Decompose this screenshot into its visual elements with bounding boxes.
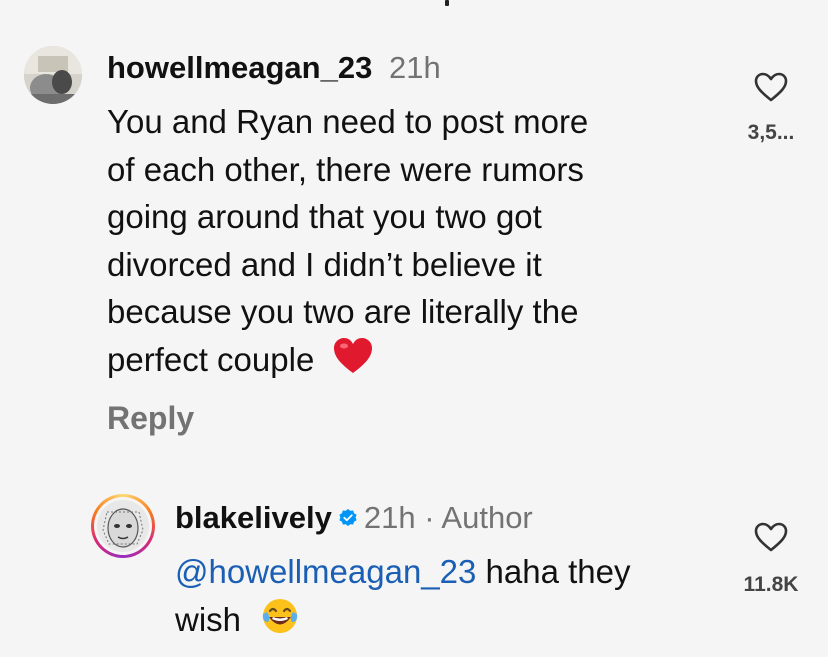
comment-text: @howellmeagan_23 haha they wish [175,548,735,648]
mention-link[interactable]: @howellmeagan_23 [175,553,476,590]
reply-button[interactable]: Reply [107,400,194,437]
avatar[interactable] [24,46,82,104]
like-count: 3,5... [747,121,795,144]
laughing-tears-emoji-icon [260,596,300,649]
comment-text-line: divorced and I didn’t believe it [107,245,542,283]
verified-badge-icon [338,500,358,536]
comment-text-line: wish [175,596,735,649]
heart-outline-icon[interactable] [754,72,788,107]
separator: · [415,500,442,536]
reply-blakelively: blakelively 21h · Author @howellmeagan_23… [0,470,828,657]
comment-text-line: @howellmeagan_23 haha they [175,548,735,596]
comment-text-part: haha they [476,553,631,590]
avatar-story-ring[interactable] [91,494,155,558]
comment-header: blakelively 21h · Author [175,500,533,540]
comment-text-line: perfect couple [107,336,707,388]
red-heart-emoji-icon [333,337,373,388]
comment-text-line-part: perfect couple [107,340,315,378]
comment-header: howellmeagan_23 21h [107,50,441,86]
username[interactable]: howellmeagan_23 [107,50,372,85]
like-control: 3,5... [735,72,807,145]
timestamp: 21h [363,500,416,536]
comment-text-part: wish [175,600,242,638]
avatar [97,500,149,552]
comment-text-line: You and Ryan need to post more [107,103,589,140]
author-tag: Author [441,500,533,536]
comment-text-line: because you two are literally the [107,293,579,330]
username[interactable]: blakelively [175,500,332,535]
comment-text: You and Ryan need to post more of each o… [107,98,707,387]
timestamp: 21h [388,50,441,85]
heart-outline-icon[interactable] [754,522,788,557]
comment-howellmeagan: howellmeagan_23 21h You and Ryan need to… [0,0,828,440]
like-count: 11.8K [743,573,799,596]
like-control: 11.8K [733,522,809,597]
comment-text-line: going around that you two got [107,198,542,235]
comment-text-line: of each other, there were rumors [107,150,584,188]
